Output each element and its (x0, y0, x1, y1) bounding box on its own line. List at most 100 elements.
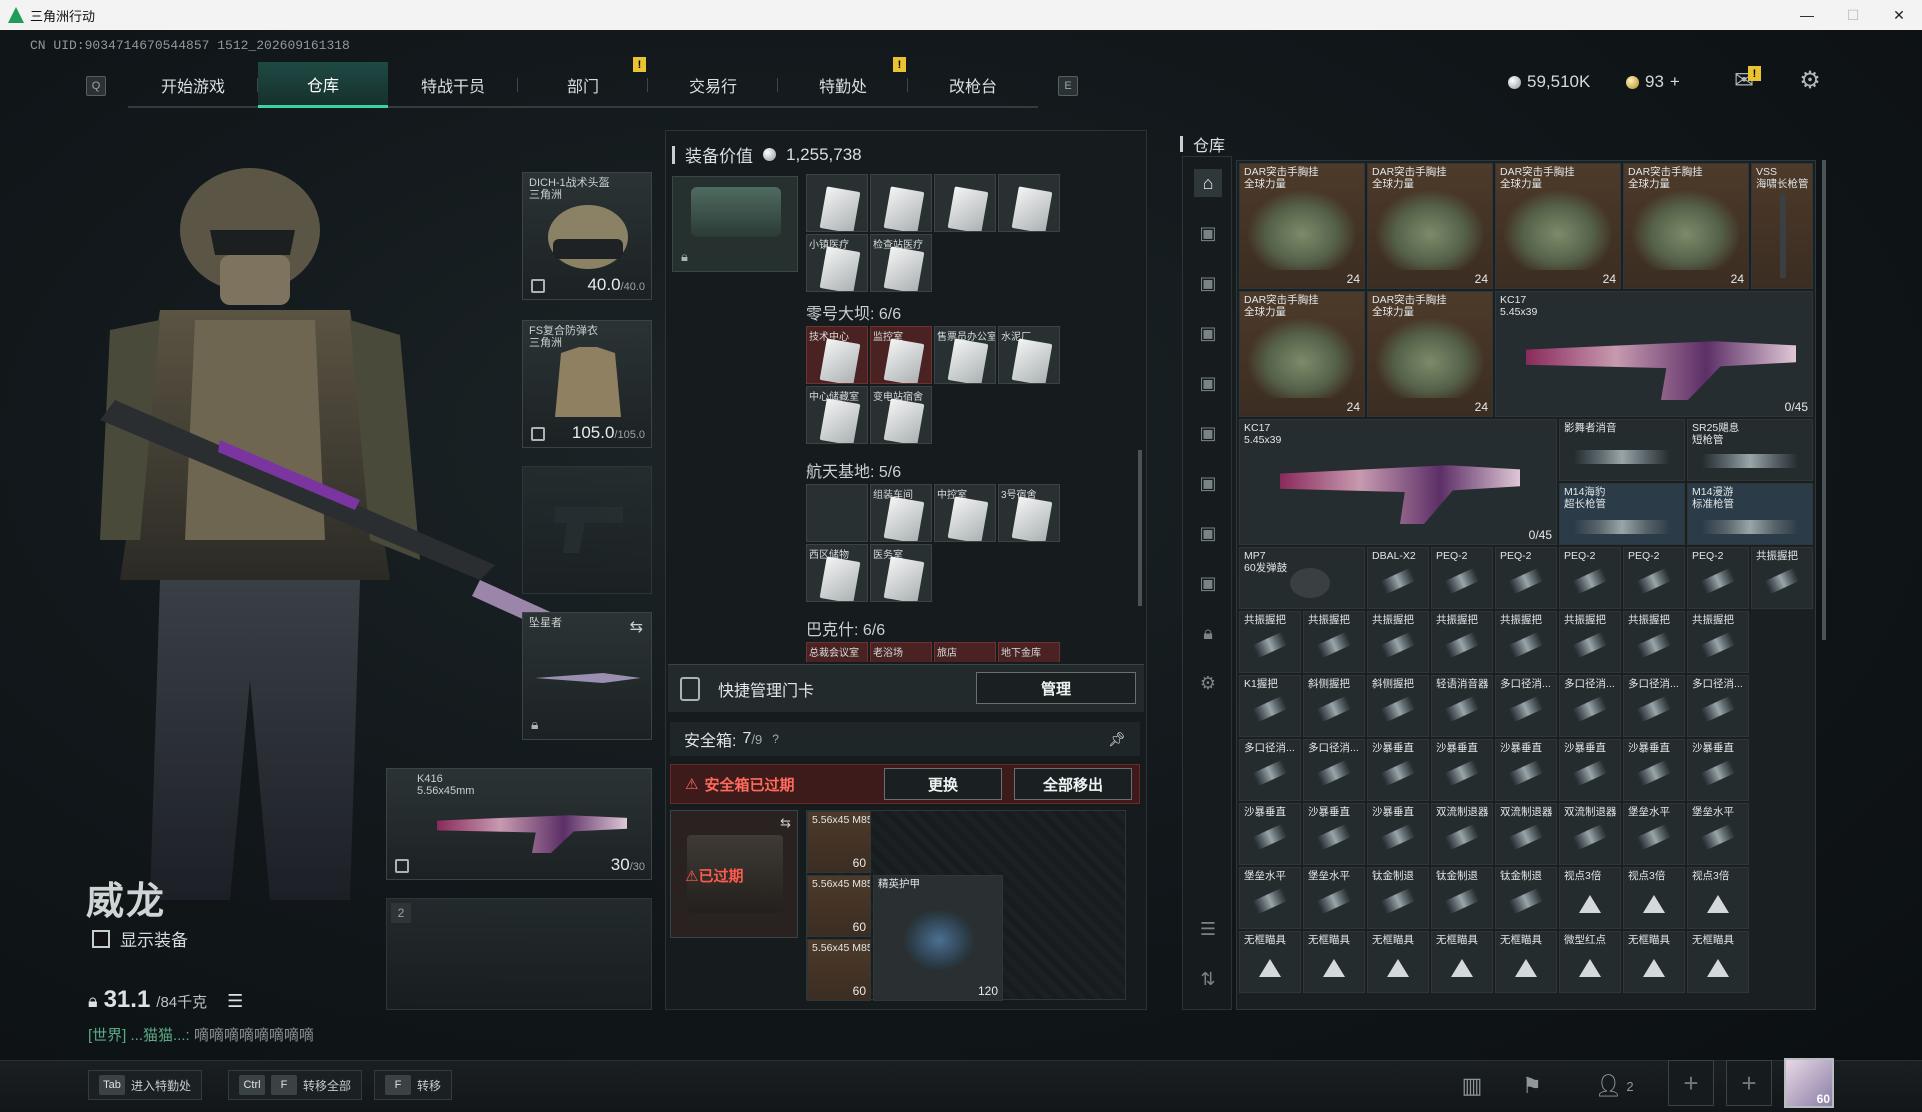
gold-currency[interactable]: 93 + (1626, 72, 1680, 92)
warehouse-page-6-icon[interactable]: ▣ (1194, 419, 1222, 447)
attachment-item[interactable]: 沙暴垂直 (1687, 739, 1749, 801)
keycard[interactable] (934, 174, 996, 232)
attachment-item[interactable]: 多口径消... (1687, 675, 1749, 737)
warehouse-page-7-icon[interactable]: ▣ (1194, 469, 1222, 497)
attachment-item[interactable]: 无框瞄具 (1687, 931, 1749, 993)
tab-trading[interactable]: 交易行 (648, 62, 778, 108)
stats-chart-icon[interactable]: ▥ (1452, 1066, 1492, 1106)
laser-item[interactable]: PEQ-2 (1559, 547, 1621, 609)
safebox-container[interactable]: ⚠已过期 ⇆ (670, 810, 798, 938)
laser-item[interactable]: PEQ-2 (1495, 547, 1557, 609)
attachment-item[interactable]: 双流制退器 (1559, 803, 1621, 865)
attachment-item[interactable]: 沙暴垂直 (1367, 739, 1429, 801)
laser-item[interactable]: PEQ-2 (1687, 547, 1749, 609)
chest-rig-item[interactable]: DAR突击手胸挂 全球力量 24 (1623, 163, 1749, 289)
keycard[interactable]: 总裁会议室 (806, 642, 868, 662)
attachment-item[interactable]: 视点3倍 (1623, 867, 1685, 929)
attachment-item[interactable]: 共振握把 (1303, 611, 1365, 673)
grip-item[interactable]: 共振握把 (1751, 547, 1813, 609)
chest-rig-item[interactable]: DAR突击手胸挂 全球力量 24 (1367, 163, 1493, 289)
attachment-item[interactable]: 共振握把 (1431, 611, 1493, 673)
keycard-empty[interactable] (806, 484, 868, 542)
show-equipment-checkbox[interactable] (92, 929, 110, 948)
keycard[interactable]: 3号宿舍 (998, 484, 1060, 542)
show-equipment-toggle[interactable]: 显示装备 (92, 926, 188, 951)
keycard[interactable]: 小镇医疗 (806, 234, 868, 292)
warehouse-page-5-icon[interactable]: ▣ (1194, 369, 1222, 397)
attachment-item[interactable]: 双流制退器 (1431, 803, 1493, 865)
attachment-item[interactable]: 沙暴垂直 (1623, 739, 1685, 801)
sort-icon[interactable]: ⇅ (1194, 965, 1222, 993)
attachment-item[interactable]: 无框瞄具 (1303, 931, 1365, 993)
chest-rig-item[interactable]: DAR突击手胸挂 全球力量 24 (1239, 163, 1365, 289)
barrel-item[interactable]: M14海豹 超长枪管 (1559, 483, 1685, 545)
attachment-item[interactable]: 无框瞄具 (1239, 931, 1301, 993)
barrel-item[interactable]: M14漫游 标准枪管 (1687, 483, 1813, 545)
primary-weapon-slot[interactable]: K416 5.56x45mm 30/30 (386, 768, 652, 880)
kc17-rifle-item[interactable]: KC17 5.45x39 0/45 (1495, 291, 1813, 417)
attachment-item[interactable]: 无框瞄具 (1495, 931, 1557, 993)
attachment-item[interactable]: 无框瞄具 (1367, 931, 1429, 993)
ammo-item[interactable]: 5.56x45 M855A160 (807, 811, 871, 873)
attachment-item[interactable]: 钛金制退 (1367, 867, 1429, 929)
chest-rig-item[interactable]: DAR突击手胸挂 全球力量 24 (1367, 291, 1493, 417)
attachment-item[interactable]: K1握把 (1239, 675, 1301, 737)
player-avatar[interactable]: 60 (1784, 1058, 1834, 1108)
settings-gear-icon[interactable]: ⚙ (1794, 66, 1826, 94)
keycard[interactable] (870, 174, 932, 232)
hint-transfer-all[interactable]: Ctrl F 转移全部 (228, 1070, 363, 1100)
attachment-item[interactable]: 视点3倍 (1687, 867, 1749, 929)
pistol-slot[interactable] (522, 466, 652, 594)
attachment-item[interactable]: 共振握把 (1687, 611, 1749, 673)
attachment-item[interactable]: 双流制退器 (1495, 803, 1557, 865)
armor-item[interactable]: 精英护甲 120 (873, 875, 1003, 1001)
list-icon[interactable]: ☰ (227, 991, 243, 1012)
warehouse-scrollbar[interactable] (1822, 160, 1826, 640)
attachment-item[interactable]: 无框瞄具 (1431, 931, 1493, 993)
keycard[interactable]: 地下金库 (998, 642, 1060, 662)
keycard-case[interactable]: 🔒︎ (672, 176, 798, 272)
add-teammate-button[interactable]: + (1668, 1060, 1714, 1106)
attachment-item[interactable]: 共振握把 (1559, 611, 1621, 673)
maximize-button[interactable]: ☐ (1830, 0, 1876, 30)
tab-warehouse[interactable]: 仓库 (258, 62, 388, 108)
laser-item[interactable]: PEQ-2 (1623, 547, 1685, 609)
close-button[interactable]: ✕ (1876, 0, 1922, 30)
warehouse-settings-icon[interactable]: ⚙ (1194, 669, 1222, 697)
keycard[interactable]: 检查站医疗 (870, 234, 932, 292)
keycard[interactable]: 旅店 (934, 642, 996, 662)
tab-department[interactable]: 部门 (518, 62, 648, 108)
keycard[interactable] (998, 174, 1060, 232)
keycard[interactable]: 水泥厂 (998, 326, 1060, 384)
attachment-item[interactable]: 沙暴垂直 (1367, 803, 1429, 865)
warehouse-page-4-icon[interactable]: ▣ (1194, 319, 1222, 347)
keycard[interactable]: 售票员办公室 (934, 326, 996, 384)
attachment-item[interactable]: 共振握把 (1239, 611, 1301, 673)
attachment-item[interactable]: 视点3倍 (1559, 867, 1621, 929)
flag-icon[interactable]: ⚑ (1512, 1066, 1552, 1106)
attachment-item[interactable]: 多口径消... (1559, 675, 1621, 737)
barrel-item[interactable]: SR25飓息 短枪管 (1687, 419, 1813, 481)
barrel-item[interactable]: VSS 海啸长枪管 (1751, 163, 1813, 289)
chest-rig-item[interactable]: DAR突击手胸挂 全球力量 24 (1239, 291, 1365, 417)
keycard[interactable] (806, 174, 868, 232)
move-all-button[interactable]: 全部移出 (1014, 768, 1132, 800)
swap-icon[interactable]: ⇆ (780, 815, 791, 831)
attachment-item[interactable]: 堡垒水平 (1687, 803, 1749, 865)
attachment-item[interactable]: 微型红点 (1559, 931, 1621, 993)
secondary-weapon-slot[interactable]: 2 (386, 898, 652, 1010)
stack-icon[interactable]: ☰ (1194, 915, 1222, 943)
minimize-button[interactable]: — (1784, 0, 1830, 30)
hint-transfer[interactable]: F 转移 (374, 1070, 453, 1100)
warehouse-all-icon[interactable]: ⌂ (1194, 169, 1222, 197)
melee-slot[interactable]: 坠星者 ⇆ 🔒︎ (522, 612, 652, 740)
manage-keycards-button[interactable]: 管理 (976, 672, 1136, 704)
keycard[interactable]: 中心储藏室 (806, 386, 868, 444)
attachment-item[interactable]: 轻语消音器 (1431, 675, 1493, 737)
tab-start-game[interactable]: 开始游戏 (128, 62, 258, 108)
keycard[interactable]: 变电站宿舍 (870, 386, 932, 444)
ammo-item[interactable]: 5.56x45 M855A160 (807, 939, 871, 1001)
friends-icon[interactable]: 👤︎ 2 (1586, 1066, 1642, 1106)
laser-item[interactable]: PEQ-2 (1431, 547, 1493, 609)
attachment-item[interactable]: 共振握把 (1367, 611, 1429, 673)
